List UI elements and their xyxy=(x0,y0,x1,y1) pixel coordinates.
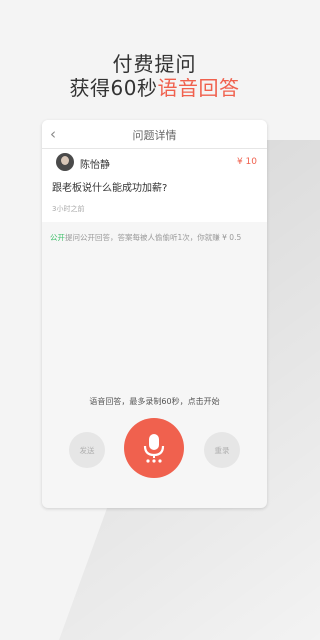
question-card: 陈怡静 ¥ 10 跟老板说什么能成功加薪? 3小时之前 xyxy=(42,149,267,222)
record-button[interactable] xyxy=(124,418,184,478)
question-time: 3小时之前 xyxy=(52,205,85,213)
nav-bar: ‹ 问题详情 xyxy=(42,120,267,149)
promo-subheadline: 获得60秒语音回答 xyxy=(0,72,309,101)
question-text: 跟老板说什么能成功加薪? xyxy=(52,183,168,194)
microphone-icon xyxy=(143,434,165,463)
user-name[interactable]: 陈怡静 xyxy=(80,156,110,171)
promo-subheadline-prefix: 获得60秒 xyxy=(69,76,158,100)
page-title: 问题详情 xyxy=(132,129,177,142)
re-record-button[interactable]: 重录 xyxy=(204,432,240,468)
send-button[interactable]: 发送 xyxy=(69,432,105,468)
promo-subheadline-highlight: 语音回答 xyxy=(157,76,240,100)
phone-screen: ‹ 问题详情 陈怡静 ¥ 10 跟老板说什么能成功加薪? 3小时之前 公开提问公… xyxy=(42,120,267,508)
user-row: 陈怡静 ¥ 10 xyxy=(42,149,267,175)
public-notice-text: 提问公开回答，答案每被人偷偷听1次，你就赚 ¥ 0.5 xyxy=(65,233,242,242)
public-tag: 公开 xyxy=(50,233,65,242)
avatar[interactable] xyxy=(56,153,74,171)
public-notice: 公开提问公开回答，答案每被人偷偷听1次，你就赚 ¥ 0.5 xyxy=(42,222,267,253)
record-hint: 语音回答，最多录制60秒，点击开始 xyxy=(89,397,220,406)
price-label: ¥ 10 xyxy=(236,157,257,167)
